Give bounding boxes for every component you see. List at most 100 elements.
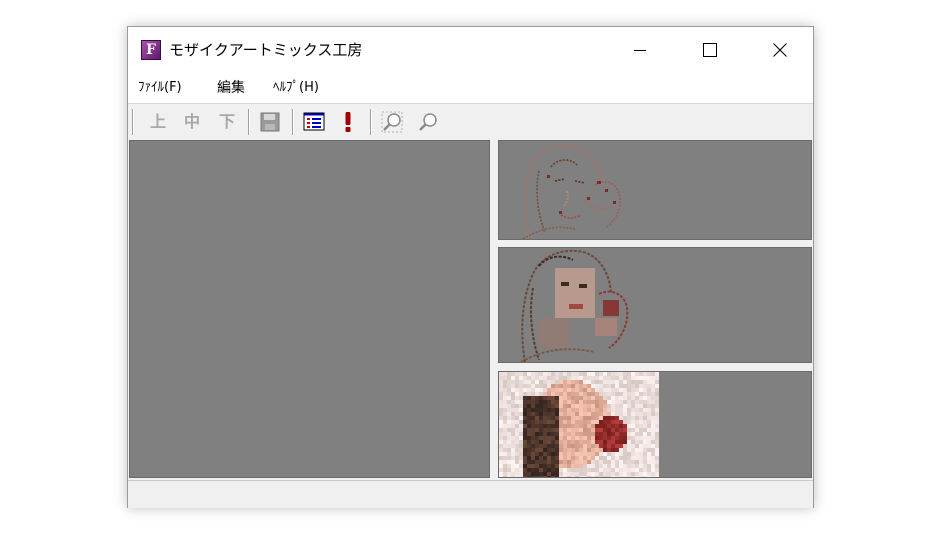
mosaic-tile: [527, 468, 531, 472]
mosaic-tile: [519, 396, 523, 400]
zoom-out-button[interactable]: [416, 110, 440, 134]
mosaic-view-panel[interactable]: [498, 371, 812, 478]
outline-view-panel[interactable]: [498, 140, 812, 240]
mosaic-tile: [639, 424, 643, 428]
mosaic-tile: [575, 468, 579, 472]
mosaic-tile: [543, 412, 547, 416]
mosaic-tile: [559, 388, 563, 392]
mosaic-tile: [619, 376, 623, 380]
menu-file[interactable]: ﾌｧｲﾙ(F): [138, 78, 182, 98]
mosaic-tile: [611, 444, 615, 448]
move-middle-button[interactable]: 中: [180, 110, 204, 134]
move-bottom-button[interactable]: 下: [215, 110, 239, 134]
mosaic-tile: [591, 404, 595, 408]
mosaic-tile: [563, 416, 567, 420]
mosaic-tile: [651, 408, 655, 412]
mosaic-tile: [639, 412, 643, 416]
mosaic-tile: [555, 396, 559, 400]
mosaic-tile: [595, 428, 599, 432]
mosaic-tile: [627, 376, 631, 380]
app-icon[interactable]: F: [141, 40, 161, 60]
mosaic-tile: [619, 476, 623, 477]
sketch-view-panel[interactable]: [498, 247, 812, 363]
mosaic-tile: [511, 440, 515, 444]
save-button[interactable]: [258, 110, 282, 134]
mosaic-tile: [583, 372, 587, 376]
mosaic-tile: [507, 404, 511, 408]
mosaic-tile: [615, 440, 619, 444]
mosaic-tile: [583, 416, 587, 420]
close-button[interactable]: [745, 27, 815, 73]
mosaic-tile: [595, 404, 599, 408]
mosaic-tile: [627, 448, 631, 452]
source-image-pane[interactable]: [129, 140, 490, 478]
mosaic-tile: [547, 444, 551, 448]
mosaic-tile: [611, 408, 615, 412]
mosaic-tile: [555, 376, 559, 380]
toolbar-separator: [370, 109, 372, 135]
mosaic-tile: [635, 456, 639, 460]
mosaic-tile: [551, 396, 555, 400]
mosaic-tile: [627, 464, 631, 468]
mosaic-tile: [635, 432, 639, 436]
mosaic-tile: [627, 424, 631, 428]
mosaic-tile: [519, 460, 523, 464]
minimize-button[interactable]: [605, 27, 675, 73]
mosaic-tile: [567, 400, 571, 404]
maximize-button[interactable]: [675, 27, 745, 73]
mosaic-tile: [603, 476, 607, 477]
mosaic-tile: [523, 460, 527, 464]
mosaic-tile: [623, 380, 627, 384]
mosaic-tile: [543, 424, 547, 428]
mosaic-tile: [591, 424, 595, 428]
mosaic-tile: [611, 388, 615, 392]
mosaic-tile: [623, 428, 627, 432]
menu-edit[interactable]: 編集: [217, 78, 245, 98]
mosaic-tile: [547, 468, 551, 472]
vertical-splitter[interactable]: [490, 140, 497, 478]
mosaic-tile: [515, 380, 519, 384]
mosaic-tile: [507, 476, 511, 477]
mosaic-tile: [591, 396, 595, 400]
mosaic-tile: [523, 380, 527, 384]
mosaic-tile: [571, 396, 575, 400]
mosaic-tile: [639, 440, 643, 444]
title-bar[interactable]: F モザイクアートミックス工房: [128, 27, 813, 73]
mosaic-tile: [647, 476, 651, 477]
mosaic-tile: [607, 468, 611, 472]
mosaic-tile: [631, 412, 635, 416]
zoom-in-button[interactable]: [380, 110, 404, 134]
mosaic-tile: [531, 448, 535, 452]
mosaic-tile: [575, 400, 579, 404]
mosaic-tile: [559, 400, 563, 404]
mosaic-tile: [543, 444, 547, 448]
mosaic-tile: [655, 392, 659, 396]
list-button[interactable]: [302, 110, 326, 134]
mosaic-tile: [603, 396, 607, 400]
mosaic-tile: [555, 392, 559, 396]
mosaic-tile: [527, 424, 531, 428]
mosaic-tile: [515, 440, 519, 444]
toolbar-separator: [132, 109, 134, 135]
mosaic-tile: [595, 456, 599, 460]
execute-button[interactable]: [336, 110, 360, 134]
mosaic-tile: [579, 376, 583, 380]
mosaic-tile: [511, 412, 515, 416]
mosaic-tile: [587, 476, 591, 477]
mosaic-tile: [635, 380, 639, 384]
mosaic-tile: [583, 412, 587, 416]
mosaic-tile: [515, 396, 519, 400]
menu-help[interactable]: ﾍﾙﾌﾟ(H): [273, 78, 319, 98]
mosaic-tile: [563, 424, 567, 428]
mosaic-tile: [571, 412, 575, 416]
mosaic-tile: [583, 468, 587, 472]
mosaic-tile: [615, 400, 619, 404]
mosaic-tile: [559, 424, 563, 428]
mosaic-tile: [631, 384, 635, 388]
move-top-button[interactable]: 上: [146, 110, 170, 134]
mosaic-tile: [611, 452, 615, 456]
mosaic-tile: [651, 436, 655, 440]
mosaic-tile: [651, 404, 655, 408]
mosaic-tile: [563, 400, 567, 404]
mosaic-tile: [607, 400, 611, 404]
